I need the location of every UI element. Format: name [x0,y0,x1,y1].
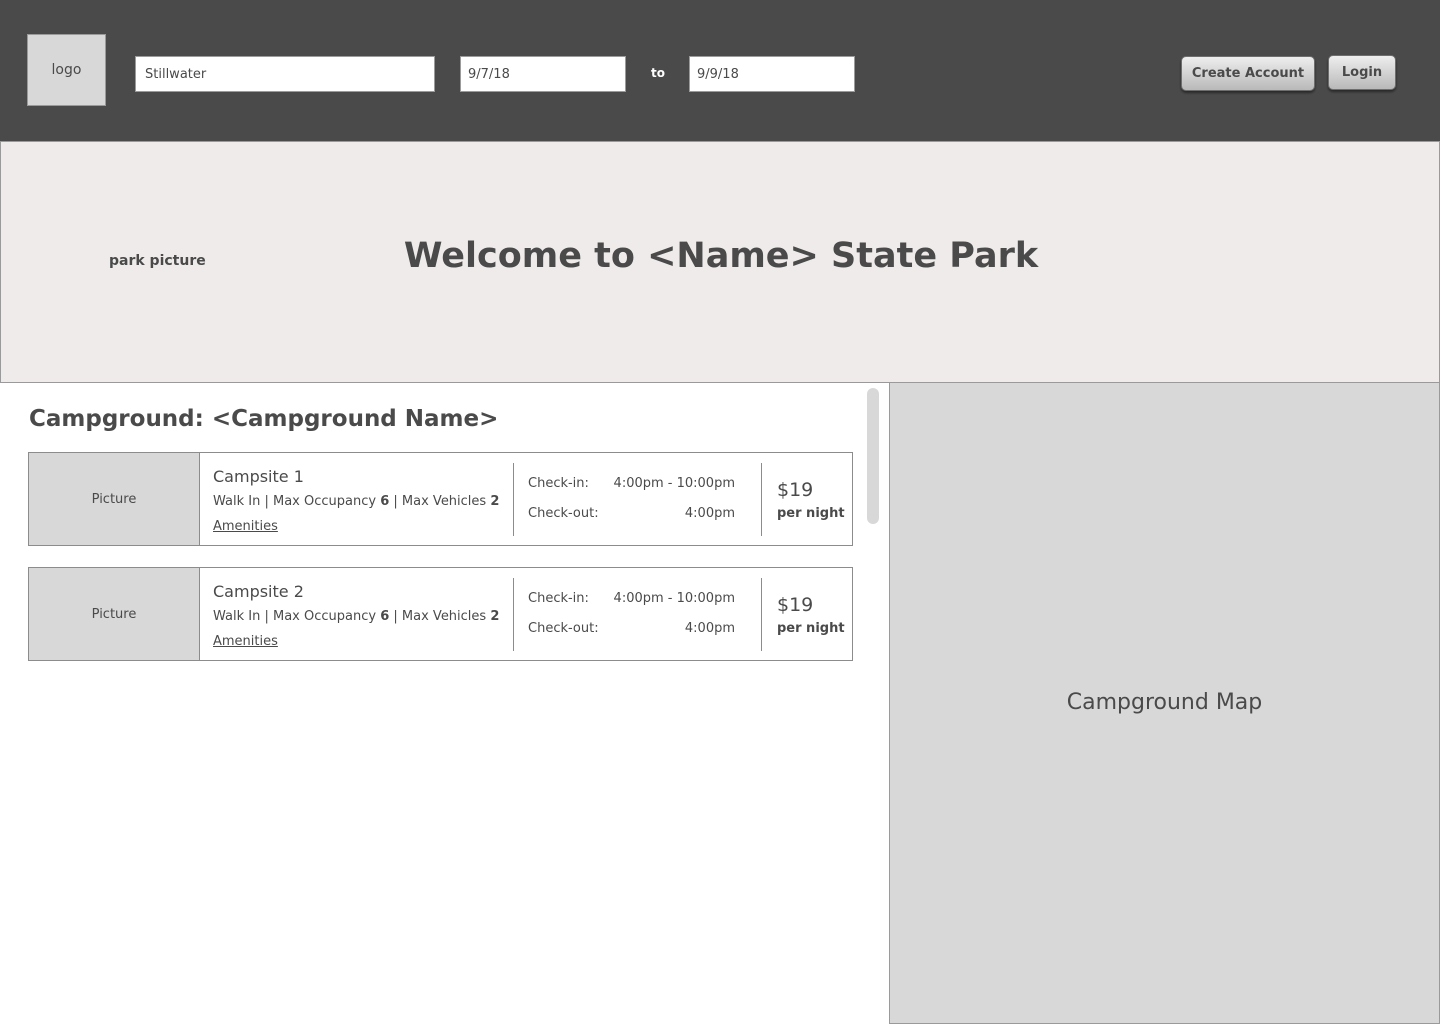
divider [761,578,762,651]
start-date-input[interactable] [460,56,626,92]
divider [513,578,514,651]
campground-map-label: Campground Map [1066,689,1263,715]
campsite-picture: Picture [29,453,200,545]
campsite-name[interactable]: Campsite 1 [213,467,304,486]
campsite-card[interactable]: Picture Campsite 1 Walk In | Max Occupan… [28,452,853,546]
checkout-time: 4:00pm [684,506,735,521]
login-button[interactable]: Login [1328,55,1396,90]
checkin-time: 4:00pm - 10:00pm [613,476,735,491]
amenities-link[interactable]: Amenities [213,634,278,649]
divider [761,463,762,536]
checkin-label: Check-in: [528,591,589,606]
max-vehicles-label: Max Vehicles [401,494,487,509]
amenities-link[interactable]: Amenities [213,519,278,534]
price-unit: per night [777,621,845,636]
max-occupancy-label: Max Occupancy [273,609,377,624]
checkout-time: 4:00pm [684,621,735,636]
date-range-to-label: to [651,66,665,80]
logo[interactable]: logo [27,34,106,106]
max-occupancy-value: 6 [380,494,390,509]
campsite-type: Walk In [213,494,261,509]
park-hero-banner: park picture Welcome to <Name> State Par… [0,141,1440,383]
price-unit: per night [777,506,845,521]
campsite-details: Walk In | Max Occupancy 6 | Max Vehicles… [213,609,500,624]
checkout-label: Check-out: [528,506,599,521]
location-search-input[interactable] [135,56,435,92]
top-bar: logo to Create Account Login [0,0,1440,141]
max-vehicles-value: 2 [490,609,500,624]
checkout-label: Check-out: [528,621,599,636]
max-vehicles-value: 2 [490,494,500,509]
campground-map[interactable]: Campground Map [889,382,1440,1024]
list-scrollbar[interactable] [867,388,879,524]
campsite-type: Walk In [213,609,261,624]
max-occupancy-value: 6 [380,609,390,624]
end-date-input[interactable] [689,56,855,92]
campsite-price: $19 [777,479,814,501]
divider [513,463,514,536]
campsite-card[interactable]: Picture Campsite 2 Walk In | Max Occupan… [28,567,853,661]
max-vehicles-label: Max Vehicles [401,609,487,624]
campsite-name[interactable]: Campsite 2 [213,582,304,601]
campsite-picture: Picture [29,568,200,660]
campground-title: Campground: <Campground Name> [29,406,499,432]
checkin-time: 4:00pm - 10:00pm [613,591,735,606]
max-occupancy-label: Max Occupancy [273,494,377,509]
campsite-price: $19 [777,594,814,616]
campsite-details: Walk In | Max Occupancy 6 | Max Vehicles… [213,494,500,509]
checkin-label: Check-in: [528,476,589,491]
create-account-button[interactable]: Create Account [1181,56,1315,91]
page-title: Welcome to <Name> State Park [403,236,1039,276]
